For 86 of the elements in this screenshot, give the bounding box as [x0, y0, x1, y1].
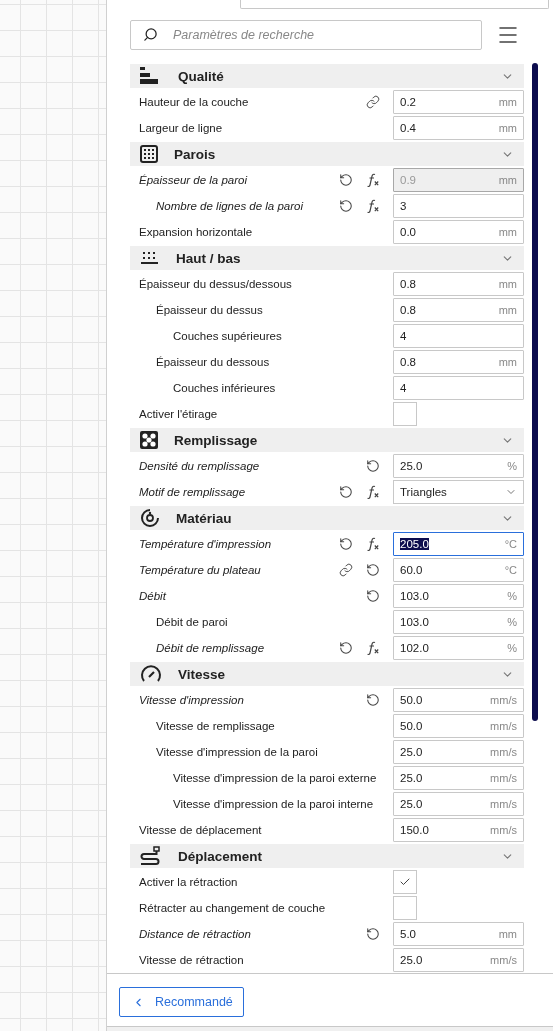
number-field[interactable]: 102.0 % — [393, 636, 524, 660]
number-field[interactable]: 5.0 mm — [393, 922, 524, 946]
number-field[interactable]: 50.0 mm/s — [393, 714, 524, 738]
search-field[interactable]: Paramètres de recherche — [130, 20, 482, 50]
setting-label: Débit de remplissage — [155, 642, 266, 654]
checkbox[interactable] — [393, 896, 417, 920]
setting-label: Distance de rétraction — [138, 928, 252, 940]
setting-label: Épaisseur de la paroi — [138, 174, 249, 186]
setting-label: Épaisseur du dessus — [155, 304, 264, 316]
setting-label: Densité du remplissage — [138, 460, 261, 472]
function-icon[interactable] — [366, 641, 380, 655]
setting-label: Température du plateau — [138, 564, 262, 576]
recommended-button[interactable]: Recommandé — [119, 987, 244, 1017]
setting-label: Activer la rétraction — [138, 876, 239, 888]
setting-label: Largeur de ligne — [138, 122, 224, 134]
setting-label: Couches inférieures — [172, 382, 277, 394]
link-icon[interactable] — [366, 95, 380, 109]
number-field[interactable]: 25.0 mm/s — [393, 948, 524, 972]
setting-label: Température d'impression — [138, 538, 273, 550]
number-field[interactable]: 205.0 °C — [393, 532, 524, 556]
travel-path-icon — [140, 846, 162, 866]
section-header[interactable]: Parois — [130, 142, 524, 166]
dotted-square-icon — [140, 145, 158, 163]
setting-label: Hauteur de la couche — [138, 96, 250, 108]
number-field[interactable]: 103.0 % — [393, 584, 524, 608]
setting-label: Vitesse d'impression de la paroi interne — [172, 798, 375, 810]
section-header[interactable]: Déplacement — [130, 844, 524, 868]
setting-label: Nombre de lignes de la paroi — [155, 200, 305, 212]
setting-label: Vitesse de remplissage — [155, 720, 276, 732]
gauge-icon — [140, 665, 162, 683]
setting-label: Vitesse d'impression de la paroi — [155, 746, 319, 758]
reset-icon[interactable] — [366, 459, 380, 473]
setting-label: Débit — [138, 590, 168, 602]
section-header[interactable]: Vitesse — [130, 662, 524, 686]
setting-label: Vitesse d'impression — [138, 694, 245, 706]
number-field[interactable]: 25.0 mm/s — [393, 766, 524, 790]
number-field[interactable]: 150.0 mm/s — [393, 818, 524, 842]
setting-label: Motif de remplissage — [138, 486, 247, 498]
scrollbar[interactable] — [532, 63, 538, 721]
check-icon — [399, 876, 411, 888]
dotted-lines-icon — [140, 250, 160, 266]
number-field[interactable]: 60.0 °C — [393, 558, 524, 582]
setting-label: Épaisseur du dessus/dessous — [138, 278, 293, 290]
setting-label: Vitesse d'impression de la paroi externe — [172, 772, 378, 784]
setting-label: Épaisseur du dessous — [155, 356, 271, 368]
reset-icon[interactable] — [366, 927, 380, 941]
section-header[interactable]: Qualité — [130, 64, 524, 88]
number-field[interactable]: 4 — [393, 324, 524, 348]
number-field[interactable]: 50.0 mm/s — [393, 688, 524, 712]
number-field[interactable]: 25.0 mm/s — [393, 792, 524, 816]
setting-label: Vitesse de déplacement — [138, 824, 263, 836]
reset-icon[interactable] — [339, 641, 353, 655]
number-field[interactable]: 0.2 mm — [393, 90, 524, 114]
resize-handle[interactable] — [107, 1026, 553, 1031]
section-header[interactable]: Haut / bas — [130, 246, 524, 270]
number-field[interactable]: 0.8 mm — [393, 298, 524, 322]
number-field[interactable]: 0.4 mm — [393, 116, 524, 140]
function-icon[interactable] — [366, 485, 380, 499]
reset-icon[interactable] — [366, 589, 380, 603]
spool-icon — [140, 508, 160, 528]
reset-icon[interactable] — [339, 485, 353, 499]
setting-label: Débit de paroi — [155, 616, 229, 628]
setting-label: Expansion horizontale — [138, 226, 254, 238]
section-header[interactable]: Remplissage — [130, 428, 524, 452]
number-field[interactable]: 0.8 mm — [393, 350, 524, 374]
pattern-square-icon — [140, 431, 158, 449]
checkbox[interactable] — [393, 402, 417, 426]
reset-icon[interactable] — [366, 563, 380, 577]
reset-icon[interactable] — [366, 693, 380, 707]
section-header[interactable]: Matériau — [130, 506, 524, 530]
setting-label: Activer l'étirage — [138, 408, 219, 420]
checkbox[interactable] — [393, 870, 417, 894]
function-icon[interactable] — [366, 537, 380, 551]
number-field[interactable]: 4 — [393, 376, 524, 400]
number-field[interactable]: 0.8 mm — [393, 272, 524, 296]
setting-label: Rétracter au changement de couche — [138, 902, 327, 914]
number-field[interactable]: 25.0 mm/s — [393, 740, 524, 764]
setting-label: Vitesse de rétraction — [138, 954, 245, 966]
dropdown[interactable]: Triangles — [393, 480, 524, 504]
reset-icon[interactable] — [339, 537, 353, 551]
search-icon — [143, 27, 158, 42]
number-field[interactable]: 103.0 % — [393, 610, 524, 634]
number-field[interactable]: 0.0 mm — [393, 220, 524, 244]
link-icon[interactable] — [339, 563, 353, 577]
number-field[interactable]: 25.0 % — [393, 454, 524, 478]
setting-label: Couches supérieures — [172, 330, 283, 342]
